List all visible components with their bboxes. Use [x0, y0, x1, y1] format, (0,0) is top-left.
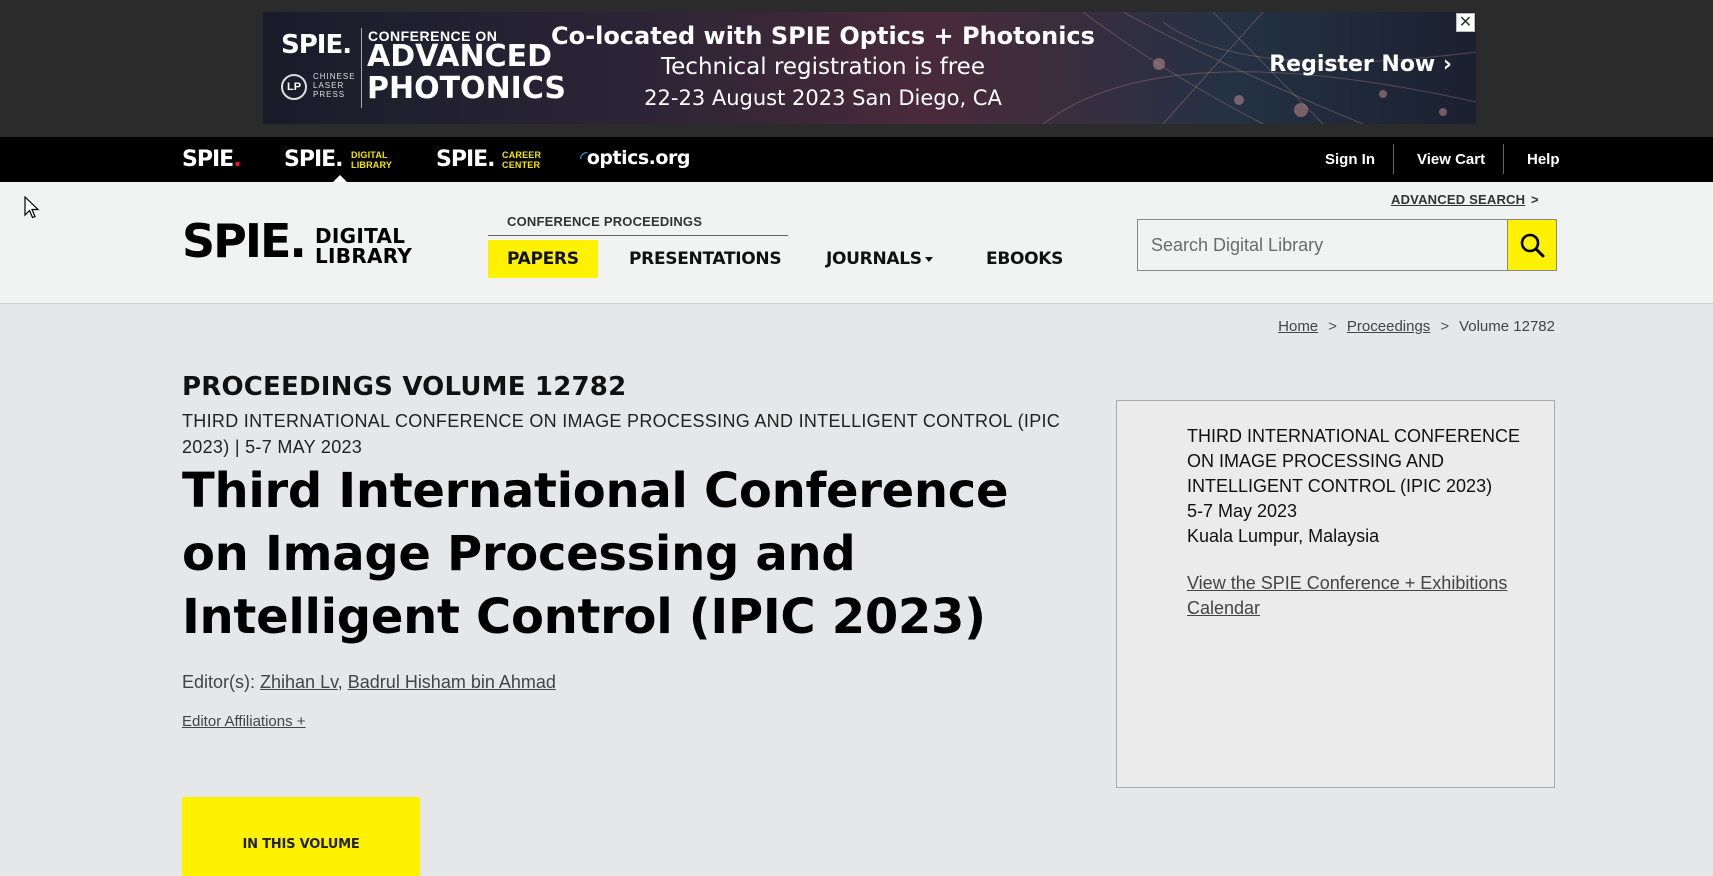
dl-brand-sub-1: DIGITAL — [351, 150, 388, 160]
view-cart-link[interactable]: View Cart — [1417, 151, 1485, 168]
nav-journals[interactable]: JOURNALS — [807, 240, 952, 278]
in-this-volume-tab[interactable]: IN THIS VOLUME — [182, 797, 420, 876]
spie-brand-text: SPIE — [182, 147, 234, 172]
nav-journals-label: JOURNALS — [826, 249, 922, 269]
optics-text: optics.org — [586, 147, 691, 169]
conference-subtitle: THIRD INTERNATIONAL CONFERENCE ON IMAGE … — [182, 411, 1061, 457]
editor-separator: , — [337, 672, 343, 692]
side-conference-dates: 5-7 May 2023 — [1187, 501, 1298, 521]
top-nav: SPIE. SPIE. DIGITAL LIBRARY SPIE. CAREER… — [0, 137, 1713, 182]
cc-brand-sub-1: CAREER — [502, 150, 542, 160]
spie-digital-library-link[interactable]: SPIE. — [284, 147, 344, 172]
ad-strip: SPIE. LP CHINESE LASER PRESS CONFERENCE … — [0, 0, 1713, 137]
spie-home-link[interactable]: SPIE. — [182, 147, 242, 172]
mouse-cursor-icon — [24, 196, 40, 219]
dl-brand-sub-2: LIBRARY — [351, 160, 393, 170]
ad-banner[interactable]: SPIE. LP CHINESE LASER PRESS CONFERENCE … — [263, 12, 1476, 124]
nav-papers[interactable]: PAPERS — [488, 240, 598, 278]
optics-org-link[interactable]: ◜optics.org — [580, 147, 690, 169]
dl-brand-text: SPIE. — [284, 147, 344, 172]
spie-digital-library-logo[interactable]: SPIE. — [182, 218, 307, 264]
logo-dl-line-2: LIBRARY — [315, 244, 413, 268]
editor-link-2[interactable]: Badrul Hisham bin Ahmad — [348, 672, 556, 692]
advanced-search-arrow: > — [1531, 192, 1539, 207]
ad-line-1: Co-located with SPIE Optics + Photonics — [551, 22, 1095, 50]
breadcrumb-sep: > — [1440, 318, 1450, 335]
nav-ebooks[interactable]: EBOOKS — [967, 240, 1082, 278]
caret-down-icon — [924, 256, 933, 262]
ad-clp-mark: LP — [281, 74, 307, 100]
cc-brand-sub-2: CENTER — [502, 160, 541, 170]
spie-career-center-link[interactable]: SPIE. — [436, 147, 496, 172]
sign-in-link[interactable]: Sign In — [1325, 151, 1375, 168]
topnav-separator — [1393, 144, 1394, 174]
breadcrumb-current: Volume 12782 — [1459, 318, 1555, 335]
breadcrumb-sep: > — [1328, 318, 1337, 335]
ad-close-icon[interactable]: ✕ — [1456, 13, 1475, 32]
advanced-search-link[interactable]: ADVANCED SEARCH — [1391, 192, 1525, 207]
page-title: Third International Conference on Image … — [182, 463, 1009, 645]
ad-line-2: Technical registration is free — [661, 54, 985, 80]
logo-dl-line-1: DIGITAL — [315, 224, 406, 248]
optics-arc-icon: ◜ — [580, 147, 587, 169]
ad-advanced: ADVANCED — [367, 39, 553, 74]
side-conference-details: THIRD INTERNATIONAL CONFERENCE ON IMAGE … — [1187, 424, 1547, 549]
search-input[interactable] — [1137, 219, 1508, 271]
dl-brand-sub: DIGITAL LIBRARY — [351, 150, 392, 170]
ad-clp-logo: LP CHINESE LASER PRESS — [281, 70, 361, 110]
nav-presentations[interactable]: PRESENTATIONS — [610, 240, 800, 278]
spie-red-dot: . — [233, 147, 241, 172]
proceedings-volume-label: PROCEEDINGS VOLUME 12782 — [182, 372, 627, 402]
side-conference-name: THIRD INTERNATIONAL CONFERENCE ON IMAGE … — [1187, 426, 1521, 496]
topnav-separator — [1503, 144, 1504, 174]
breadcrumb: Home > Proceedings > Volume 12782 — [1278, 318, 1555, 335]
conference-calendar-link[interactable]: View the SPIE Conference + Exhibitions C… — [1187, 571, 1517, 621]
ad-divider — [361, 28, 362, 108]
cc-brand-text: SPIE. — [436, 147, 496, 172]
logo-digital-library-text: DIGITAL LIBRARY — [315, 226, 412, 266]
ad-register-now[interactable]: Register Now › — [1269, 52, 1452, 77]
breadcrumb-proceedings[interactable]: Proceedings — [1347, 318, 1430, 335]
search-button[interactable] — [1507, 219, 1557, 271]
editor-affiliations-toggle[interactable]: Editor Affiliations + — [182, 713, 306, 730]
conference-proceedings-rule — [488, 235, 788, 236]
side-conference-location: Kuala Lumpur, Malaysia — [1187, 526, 1380, 546]
breadcrumb-home[interactable]: Home — [1278, 318, 1318, 335]
conference-info-box: THIRD INTERNATIONAL CONFERENCE ON IMAGE … — [1116, 400, 1555, 788]
ad-line-3: 22-23 August 2023 San Diego, CA — [644, 86, 1002, 110]
conference-proceedings-label: CONFERENCE PROCEEDINGS — [507, 214, 703, 229]
ad-clp-text: CHINESE LASER PRESS — [313, 72, 356, 99]
editor-link-1[interactable]: Zhihan Lv — [260, 672, 338, 692]
editors-line: Editor(s): Zhihan Lv, Badrul Hisham bin … — [182, 672, 556, 693]
help-link[interactable]: Help — [1527, 151, 1560, 168]
editors-label: Editor(s): — [182, 672, 256, 692]
site-header: SPIE. DIGITAL LIBRARY CONFERENCE PROCEED… — [0, 182, 1713, 304]
cc-brand-sub: CAREER CENTER — [502, 150, 541, 170]
ad-spie-logo: SPIE. — [281, 30, 352, 60]
search-icon — [1520, 233, 1545, 258]
active-site-pointer-icon — [333, 175, 347, 182]
